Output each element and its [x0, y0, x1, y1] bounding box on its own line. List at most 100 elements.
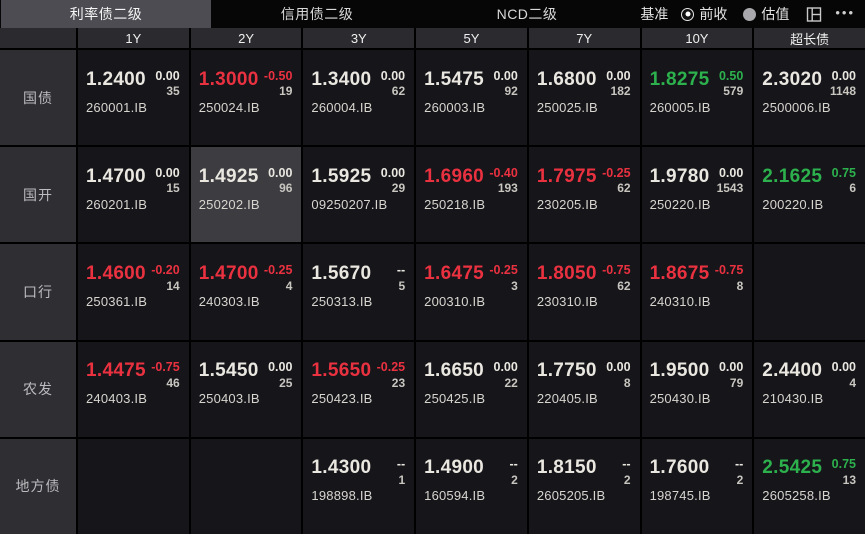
cell-exim-5y[interactable]: 1.6475-0.253200310.IB: [416, 244, 527, 339]
cell-top: 1.4900--2: [424, 457, 518, 487]
cell-cdb-3y[interactable]: 1.59250.002909250207.IB: [303, 147, 414, 242]
cell-exim-ultra-long[interactable]: [754, 244, 865, 339]
volume: 4: [264, 279, 293, 293]
cell-treasury-1y[interactable]: 1.24000.0035260001.IB: [78, 50, 189, 145]
cell-local-gov-10y[interactable]: 1.7600--2198745.IB: [642, 439, 753, 534]
tab-bar: 利率债二级信用债二级NCD二级 基准 前收估值 •••: [0, 0, 865, 28]
cell-local-gov-1y[interactable]: [78, 439, 189, 534]
bond-code: 260001.IB: [86, 100, 180, 115]
change: 0.50: [719, 69, 743, 85]
cell-adbc-ultra-long[interactable]: 2.44000.004210430.IB: [754, 342, 865, 437]
cell-cdb-2y[interactable]: 1.49250.0096250202.IB: [191, 147, 302, 242]
change: 0.00: [832, 360, 856, 376]
layout-panel-icon[interactable]: [806, 6, 823, 23]
cell-local-gov-3y[interactable]: 1.4300--1198898.IB: [303, 439, 414, 534]
change: 0.00: [719, 360, 743, 376]
price: 2.3020: [762, 69, 822, 91]
row-label-adbc: 农发: [0, 342, 76, 437]
tab-credit-bonds-secondary[interactable]: 信用债二级: [212, 0, 422, 28]
change: 0.75: [832, 166, 856, 182]
cell-treasury-7y[interactable]: 1.68000.00182250025.IB: [529, 50, 640, 145]
cell-local-gov-7y[interactable]: 1.8150--22605205.IB: [529, 439, 640, 534]
cell-exim-1y[interactable]: 1.4600-0.2014250361.IB: [78, 244, 189, 339]
bond-code: 200220.IB: [762, 197, 856, 212]
cell-local-gov-2y[interactable]: [191, 439, 302, 534]
bond-code: 250025.IB: [537, 100, 631, 115]
volume: 62: [602, 181, 631, 195]
cell-top: 1.5925 0.0029: [311, 166, 405, 196]
bond-code: 250220.IB: [650, 197, 744, 212]
bond-code: 2605205.IB: [537, 488, 631, 503]
quote-grid: 1Y2Y3Y5Y7Y10Y超长债国债1.24000.0035260001.IB1…: [0, 28, 865, 534]
column-header-1y[interactable]: 1Y: [78, 28, 189, 48]
radio-option-prev-close[interactable]: 前收: [681, 4, 727, 24]
bond-code: 2500006.IB: [762, 100, 856, 115]
cell-treasury-3y[interactable]: 1.34000.0062260004.IB: [303, 50, 414, 145]
row-label-treasury: 国债: [0, 50, 76, 145]
price: 1.4475: [86, 360, 146, 382]
change-volume-stack: -0.2562: [602, 166, 631, 196]
column-header-2y[interactable]: 2Y: [191, 28, 302, 48]
change: 0.00: [830, 69, 856, 85]
volume: 8: [606, 376, 630, 390]
cell-treasury-10y[interactable]: 1.82750.50579260005.IB: [642, 50, 753, 145]
tab-ncd-secondary[interactable]: NCD二级: [422, 0, 632, 28]
change: -0.25: [489, 263, 518, 279]
cell-exim-3y[interactable]: 1.5670--5250313.IB: [303, 244, 414, 339]
change-volume-stack: 0.756: [832, 166, 856, 196]
price: 2.5425: [762, 457, 822, 479]
cell-local-gov-5y[interactable]: 1.4900--2160594.IB: [416, 439, 527, 534]
cell-adbc-5y[interactable]: 1.66500.0022250425.IB: [416, 342, 527, 437]
tab-rate-bonds-secondary[interactable]: 利率债二级: [1, 0, 211, 28]
bond-code: 250425.IB: [424, 391, 518, 406]
cell-top: 1.95000.0079: [650, 360, 744, 390]
bond-code: 250218.IB: [424, 197, 518, 212]
column-header-5y[interactable]: 5Y: [416, 28, 527, 48]
cell-treasury-5y[interactable]: 1.54750.0092260003.IB: [416, 50, 527, 145]
price: 1.4700: [199, 263, 259, 285]
change: -0.40: [489, 166, 518, 182]
more-options-icon[interactable]: •••: [835, 6, 855, 23]
cell-cdb-5y[interactable]: 1.6960-0.40193250218.IB: [416, 147, 527, 242]
cell-cdb-1y[interactable]: 1.47000.0015260201.IB: [78, 147, 189, 242]
cell-local-gov-ultra-long[interactable]: 2.54250.75132605258.IB: [754, 439, 865, 534]
cell-cdb-10y[interactable]: 1.97800.001543250220.IB: [642, 147, 753, 242]
change: 0.00: [268, 166, 292, 182]
cell-exim-10y[interactable]: 1.8675-0.758240310.IB: [642, 244, 753, 339]
bond-code: 250430.IB: [650, 391, 744, 406]
change-volume-stack: 0.00182: [606, 69, 630, 99]
cell-adbc-7y[interactable]: 1.77500.008220405.IB: [529, 342, 640, 437]
cell-cdb-7y[interactable]: 1.7975-0.2562230205.IB: [529, 147, 640, 242]
bond-code: 260201.IB: [86, 197, 180, 212]
volume: 182: [606, 84, 630, 98]
change: 0.75: [832, 457, 856, 473]
cell-exim-7y[interactable]: 1.8050-0.7562230310.IB: [529, 244, 640, 339]
cell-adbc-10y[interactable]: 1.95000.0079250430.IB: [642, 342, 753, 437]
column-header-ultra-long[interactable]: 超长债: [754, 28, 865, 48]
column-header-10y[interactable]: 10Y: [642, 28, 753, 48]
change: 0.00: [381, 69, 405, 85]
cell-adbc-2y[interactable]: 1.54500.0025250403.IB: [191, 342, 302, 437]
cell-top: 1.6960-0.40193: [424, 166, 518, 196]
radio-option-valuation[interactable]: 估值: [743, 4, 789, 24]
benchmark-label: 基准: [640, 4, 668, 24]
price: 1.5925: [311, 166, 371, 188]
price: 1.7975: [537, 166, 597, 188]
cell-adbc-3y[interactable]: 1.5650-0.2523250423.IB: [303, 342, 414, 437]
bond-code: 198745.IB: [650, 488, 744, 503]
column-header-3y[interactable]: 3Y: [303, 28, 414, 48]
cell-top: 1.68000.00182: [537, 69, 631, 99]
change: -0.25: [377, 360, 406, 376]
change: 0.00: [381, 166, 405, 182]
cell-treasury-ultra-long[interactable]: 2.30200.0011482500006.IB: [754, 50, 865, 145]
cell-exim-2y[interactable]: 1.4700-0.254240303.IB: [191, 244, 302, 339]
change: --: [397, 457, 405, 473]
bond-code: 2605258.IB: [762, 488, 856, 503]
volume: 29: [381, 181, 405, 195]
column-header-7y[interactable]: 7Y: [529, 28, 640, 48]
cell-treasury-2y[interactable]: 1.3000-0.5019250024.IB: [191, 50, 302, 145]
cell-cdb-ultra-long[interactable]: 2.16250.756200220.IB: [754, 147, 865, 242]
change-volume-stack: 0.0015: [155, 166, 179, 196]
price: 1.5450: [199, 360, 259, 382]
cell-adbc-1y[interactable]: 1.4475-0.7546240403.IB: [78, 342, 189, 437]
